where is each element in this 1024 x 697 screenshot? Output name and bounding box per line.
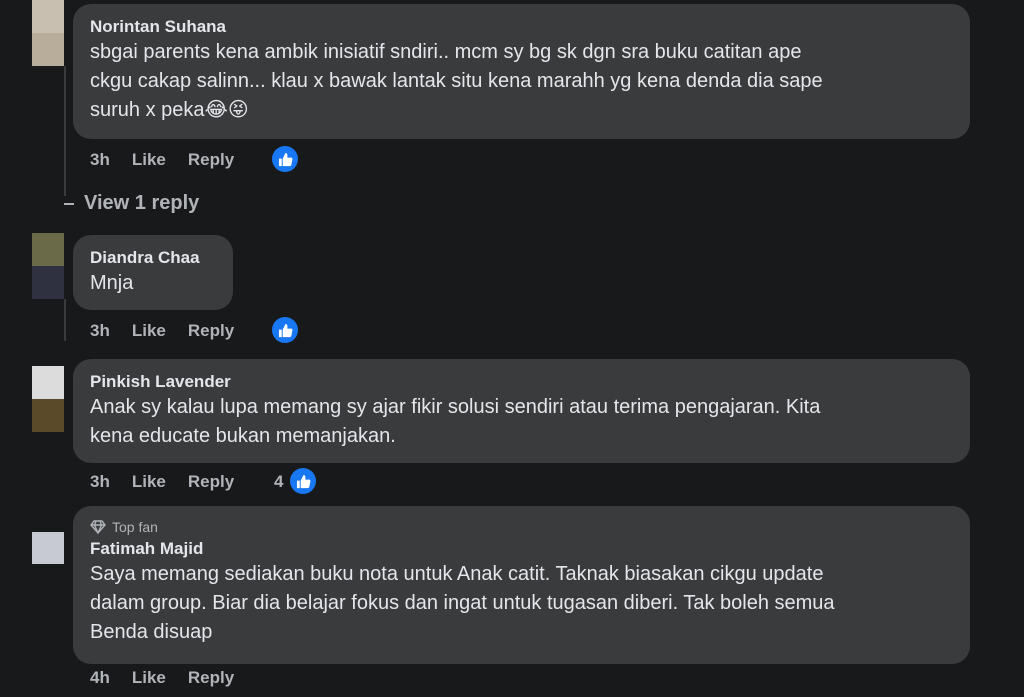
- comment-text-line: Anak sy kalau lupa memang sy ajar fikir …: [90, 396, 821, 418]
- reaction-count[interactable]: 4: [274, 472, 283, 492]
- comment-text-line: Benda disuap: [90, 621, 213, 643]
- comment-actions: 4h Like Reply: [90, 668, 256, 688]
- like-button[interactable]: Like: [132, 321, 166, 341]
- comment-text: Saya memang sediakan buku nota untuk Ana…: [90, 560, 953, 647]
- reply-button[interactable]: Reply: [188, 150, 234, 170]
- reply-dash: [64, 202, 74, 205]
- comment-actions: 3h Like Reply: [90, 150, 256, 170]
- comment-text-line: Saya memang sediakan buku nota untuk Ana…: [90, 563, 824, 585]
- avatar[interactable]: [32, 233, 64, 299]
- thumbs-up-icon[interactable]: [272, 146, 298, 172]
- top-fan-badge: Top fan: [90, 518, 953, 536]
- comment-time[interactable]: 4h: [90, 668, 110, 688]
- comment-text: sbgai parents kena ambik inisiatif sndir…: [90, 38, 953, 125]
- comment-actions: 3h Like Reply: [90, 472, 256, 492]
- comment-time[interactable]: 3h: [90, 150, 110, 170]
- diamond-icon: [90, 520, 106, 534]
- comment-text-line: sbgai parents kena ambik inisiatif sndir…: [90, 41, 802, 63]
- comment-time[interactable]: 3h: [90, 321, 110, 341]
- avatar[interactable]: [32, 366, 64, 432]
- like-button[interactable]: Like: [132, 472, 166, 492]
- thread-line: [64, 66, 66, 196]
- comment-text-line: dalam group. Biar dia belajar fokus dan …: [90, 592, 835, 614]
- thumbs-up-icon[interactable]: [290, 468, 316, 494]
- comment-author[interactable]: Pinkish Lavender: [90, 371, 953, 393]
- thread-line: [64, 299, 66, 341]
- avatar[interactable]: [32, 0, 64, 66]
- avatar[interactable]: [32, 532, 64, 564]
- comment-bubble: Norintan Suhana sbgai parents kena ambik…: [73, 4, 970, 139]
- comment-text: Mnja: [90, 269, 216, 298]
- comment-text-line: Mnja: [90, 272, 134, 294]
- comment-text: Anak sy kalau lupa memang sy ajar fikir …: [90, 393, 953, 451]
- thumbs-up-icon[interactable]: [272, 317, 298, 343]
- comment-author[interactable]: Norintan Suhana: [90, 16, 953, 38]
- comment-bubble: Top fan Fatimah Majid Saya memang sediak…: [73, 506, 970, 664]
- reply-button[interactable]: Reply: [188, 668, 234, 688]
- comment-time[interactable]: 3h: [90, 472, 110, 492]
- comment-bubble: Diandra Chaa Mnja: [73, 235, 233, 310]
- like-button[interactable]: Like: [132, 668, 166, 688]
- comment-actions: 3h Like Reply: [90, 321, 256, 341]
- comment-author[interactable]: Fatimah Majid: [90, 538, 953, 560]
- comment-text-line: kena educate bukan memanjakan.: [90, 425, 396, 447]
- like-button[interactable]: Like: [132, 150, 166, 170]
- view-replies-label: View 1 reply: [84, 192, 200, 214]
- reply-button[interactable]: Reply: [188, 472, 234, 492]
- comment-bubble: Pinkish Lavender Anak sy kalau lupa mema…: [73, 359, 970, 463]
- comment-text-line: ckgu cakap salinn... klau x bawak lantak…: [90, 70, 823, 92]
- comment-author[interactable]: Diandra Chaa: [90, 247, 216, 269]
- view-replies-link[interactable]: View 1 reply: [64, 192, 199, 215]
- comment-text-line: suruh x peka😂😝: [90, 99, 249, 121]
- top-fan-label: Top fan: [112, 519, 158, 535]
- reply-button[interactable]: Reply: [188, 321, 234, 341]
